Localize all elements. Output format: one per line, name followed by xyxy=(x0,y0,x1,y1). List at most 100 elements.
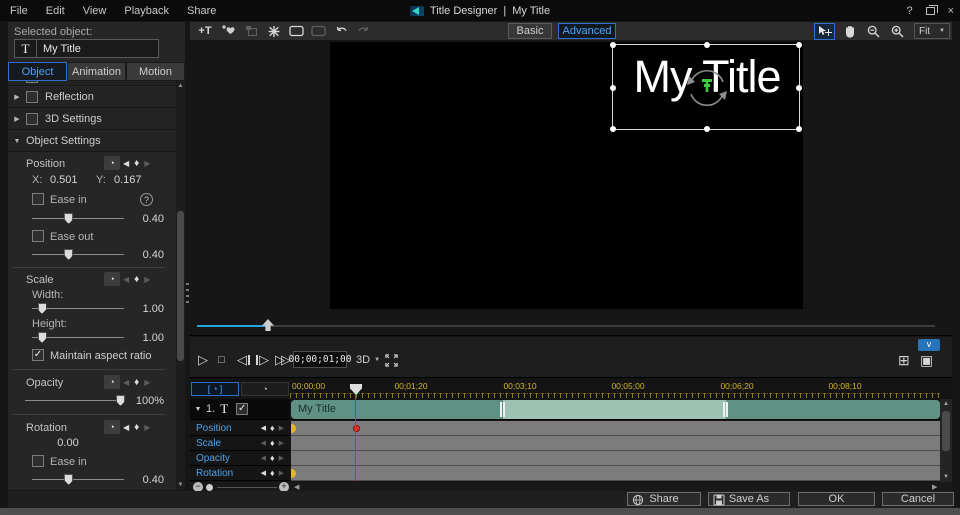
rotation-lane[interactable] xyxy=(291,466,940,481)
timeline-vertical-scrollbar[interactable]: ▲ ▼ xyxy=(940,399,952,482)
expand-track-icon[interactable]: ▼ xyxy=(190,406,206,413)
scroll-down-icon[interactable]: ▼ xyxy=(940,472,952,482)
timecode-display[interactable]: 00;00;01;00 xyxy=(293,351,347,368)
blur-checkbox[interactable] xyxy=(26,81,38,83)
section-object-settings[interactable]: ▼ Object Settings xyxy=(8,131,176,152)
scale-keyframe-timer-button[interactable]: ◔ xyxy=(104,272,120,286)
position-prev-keyframe-button[interactable]: ◀ xyxy=(123,159,129,168)
position-next-keyframe-button[interactable]: ▶ xyxy=(144,159,150,168)
opacity-slider[interactable] xyxy=(25,394,125,406)
previous-frame-button[interactable]: ◁ xyxy=(237,351,250,369)
mode-advanced-button[interactable]: Advanced xyxy=(558,23,616,39)
cancel-button[interactable]: Cancel xyxy=(882,492,954,506)
object-name-input[interactable] xyxy=(37,43,158,55)
keyframe-mode-button-selected[interactable]: [◔] xyxy=(191,382,239,396)
position-ease-out-checkbox[interactable] xyxy=(32,230,44,242)
3d-settings-checkbox[interactable] xyxy=(26,113,38,125)
tab-object[interactable]: Object xyxy=(8,62,67,81)
scale-prev-keyframe-button[interactable]: ◀ xyxy=(123,275,129,284)
opacity-lane-add-keyframe[interactable]: ♦ xyxy=(270,453,275,463)
position-lane-add-keyframe[interactable]: ♦ xyxy=(270,423,275,433)
scroll-up-icon[interactable]: ▲ xyxy=(940,399,952,409)
collapse-preview-button[interactable]: v xyxy=(918,339,940,351)
scroll-up-icon[interactable]: ▲ xyxy=(176,81,185,91)
zoom-out-button[interactable] xyxy=(863,23,884,40)
position-y-value[interactable]: 0.167 xyxy=(114,174,142,186)
rotation-next-keyframe-button[interactable]: ▶ xyxy=(144,423,150,432)
selection-handle[interactable] xyxy=(704,126,710,132)
menu-share[interactable]: Share xyxy=(187,5,216,17)
zoom-fit-dropdown[interactable]: Fit ▼ xyxy=(914,23,950,39)
menu-playback[interactable]: Playback xyxy=(124,5,169,17)
stop-button[interactable]: □ xyxy=(218,351,225,369)
position-ease-out-slider[interactable] xyxy=(32,248,124,260)
scale-lane-prev-keyframe[interactable]: ◀ xyxy=(261,439,266,447)
preview-canvas[interactable]: My Title xyxy=(330,42,803,309)
scale-width-slider[interactable] xyxy=(32,302,124,314)
menu-file[interactable]: File xyxy=(10,5,28,17)
rotation-prev-keyframe-button[interactable]: ◀ xyxy=(123,423,129,432)
scale-height-slider[interactable] xyxy=(32,331,124,343)
section-reflection[interactable]: ▶ Reflection xyxy=(8,87,176,108)
position-lane-next-keyframe[interactable]: ▶ xyxy=(279,424,284,432)
rotation-handle[interactable] xyxy=(681,62,733,117)
keyframe-start-marker[interactable] xyxy=(291,424,296,433)
opacity-next-keyframe-button[interactable]: ▶ xyxy=(144,378,150,387)
scroll-down-icon[interactable]: ▼ xyxy=(176,480,185,490)
section-3d-settings[interactable]: ▶ 3D Settings xyxy=(8,109,176,130)
help-circle-icon[interactable]: ? xyxy=(140,193,153,206)
rotation-lane-prev-keyframe[interactable]: ◀ xyxy=(261,469,266,477)
position-add-keyframe-button[interactable]: ♦ xyxy=(134,158,139,169)
insert-background-button[interactable] xyxy=(309,23,327,39)
pan-hand-tool-button[interactable] xyxy=(839,23,860,40)
rotation-ease-in-checkbox[interactable] xyxy=(32,455,44,467)
timeline-ruler[interactable] xyxy=(290,393,940,398)
mode-basic-button[interactable]: Basic xyxy=(508,23,552,39)
undo-button[interactable] xyxy=(333,23,349,39)
close-button[interactable]: × xyxy=(948,5,954,17)
scrollbar-thumb[interactable] xyxy=(942,411,950,451)
maintain-aspect-ratio-checkbox[interactable]: ✓ xyxy=(32,349,44,361)
track-enabled-checkbox[interactable]: ✓ xyxy=(236,403,248,415)
position-ease-in-checkbox[interactable] xyxy=(32,193,44,205)
timeline-zoom-slider-thumb[interactable] xyxy=(206,484,213,491)
restore-button[interactable] xyxy=(926,7,935,15)
rotation-add-keyframe-button[interactable]: ♦ xyxy=(134,422,139,433)
position-ease-in-slider[interactable] xyxy=(32,212,124,224)
opacity-add-keyframe-button[interactable]: ♦ xyxy=(134,377,139,388)
save-as-button[interactable]: Save As xyxy=(708,492,790,506)
scrubber-thumb[interactable] xyxy=(262,319,274,331)
share-button[interactable]: Share xyxy=(627,492,701,506)
clip-middle-segment[interactable] xyxy=(503,400,726,419)
selection-handle[interactable] xyxy=(796,85,802,91)
tab-motion[interactable]: Motion xyxy=(126,62,185,81)
help-button[interactable]: ? xyxy=(906,5,912,17)
position-keyframe-timer-button[interactable]: ◔ xyxy=(104,156,120,170)
selection-handle[interactable] xyxy=(796,126,802,132)
segment-split-handle[interactable] xyxy=(500,402,505,417)
duplicate-object-button[interactable] xyxy=(243,23,259,39)
tab-animation[interactable]: Animation xyxy=(67,62,126,81)
scrubber-track[interactable] xyxy=(197,325,935,327)
fast-forward-button[interactable]: ▷▷ xyxy=(275,351,287,369)
scale-lane-add-keyframe[interactable]: ♦ xyxy=(270,438,275,448)
title-selection-box[interactable]: My Title xyxy=(612,44,800,130)
selected-object-field[interactable]: T xyxy=(14,39,159,58)
opacity-lane-prev-keyframe[interactable]: ◀ xyxy=(261,454,266,462)
insert-particle-button[interactable] xyxy=(219,23,237,39)
scale-lane-next-keyframe[interactable]: ▶ xyxy=(279,439,284,447)
redo-button[interactable] xyxy=(355,23,371,39)
opacity-keyframe-timer-button[interactable]: ◔ xyxy=(104,375,120,389)
3d-mode-dropdown[interactable]: 3D ▼ xyxy=(356,351,380,368)
select-move-tool-button[interactable] xyxy=(814,23,835,40)
opacity-prev-keyframe-button[interactable]: ◀ xyxy=(123,378,129,387)
scroll-right-icon[interactable]: ▶ xyxy=(932,483,937,491)
rotation-value[interactable]: 0.00 xyxy=(38,437,98,449)
opacity-lane[interactable] xyxy=(291,451,940,466)
rotation-lane-next-keyframe[interactable]: ▶ xyxy=(279,469,284,477)
rotation-keyframe-timer-button[interactable]: ◔ xyxy=(104,420,120,434)
clip-end-effect-segment[interactable] xyxy=(726,400,940,419)
panel-scrollbar[interactable]: ▲ ▼ xyxy=(176,81,185,490)
scale-next-keyframe-button[interactable]: ▶ xyxy=(144,275,150,284)
reflection-checkbox[interactable] xyxy=(26,91,38,103)
